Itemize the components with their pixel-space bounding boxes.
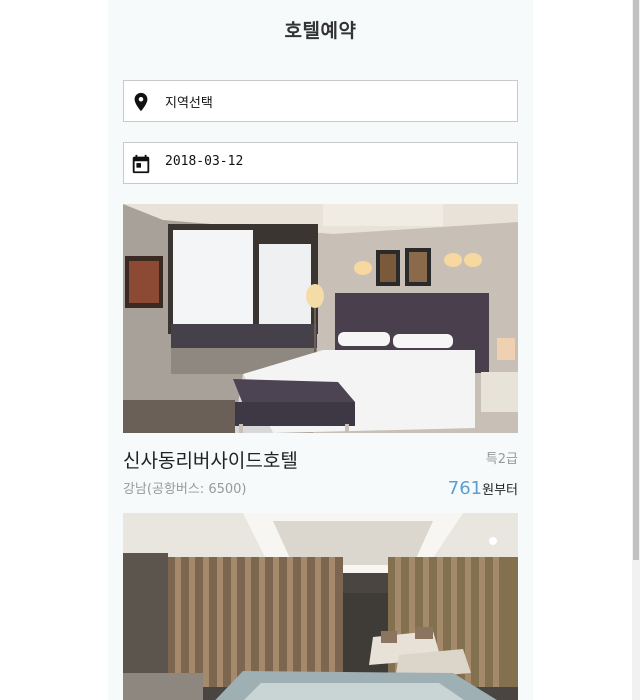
region-select-label: 지역선택 (165, 96, 213, 111)
hotel-grade: 특2급 (485, 452, 518, 467)
region-select[interactable]: 지역선택 (123, 80, 518, 122)
hotel-card[interactable]: 신사동리버사이드호텔 특2급 강남(공항버스: 6500) 761원부터 (123, 204, 518, 504)
hotel-name: 신사동리버사이드호텔 (123, 450, 298, 472)
hotel-price-suffix: 원부터 (482, 483, 518, 498)
scrollbar[interactable] (632, 0, 640, 700)
booking-panel: 호텔예약 지역선택 2018-03-12 신사동리버사이드호텔 특2급 강남(공… (108, 0, 533, 700)
hotel-photo (123, 204, 518, 433)
hotel-price-value: 761 (447, 478, 483, 499)
hotel-card[interactable] (123, 513, 518, 700)
location-pin-icon (134, 92, 148, 112)
page: 호텔예약 지역선택 2018-03-12 신사동리버사이드호텔 특2급 강남(공… (0, 0, 640, 700)
page-title: 호텔예약 (284, 20, 357, 42)
date-value: 2018-03-12 (165, 154, 244, 169)
hotel-photo (123, 513, 518, 700)
hotel-price: 761원부터 (448, 478, 518, 499)
date-field[interactable]: 2018-03-12 (123, 142, 518, 184)
hotel-location: 강남(공항버스: 6500) (123, 482, 247, 497)
scrollbar-thumb[interactable] (633, 0, 639, 560)
calendar-icon (132, 154, 150, 174)
